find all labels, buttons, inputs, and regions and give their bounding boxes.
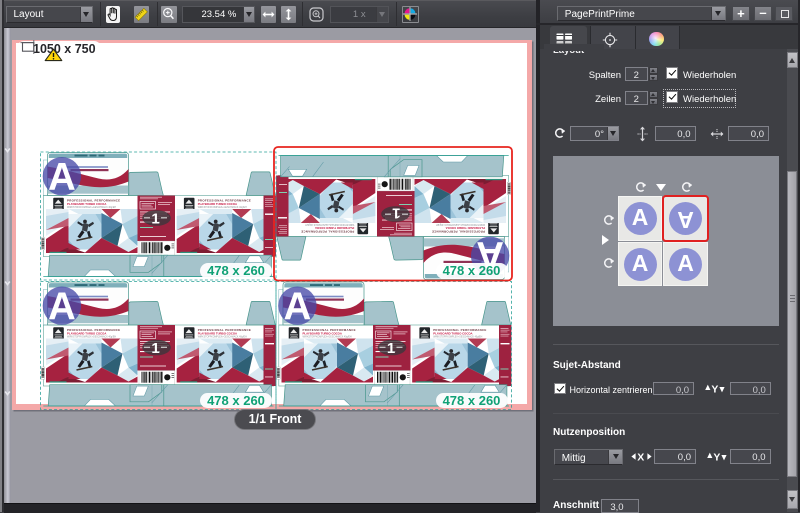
svg-text:Y: Y	[713, 452, 720, 464]
svg-text:X: X	[637, 452, 644, 464]
svg-text:Y: Y	[711, 384, 718, 396]
